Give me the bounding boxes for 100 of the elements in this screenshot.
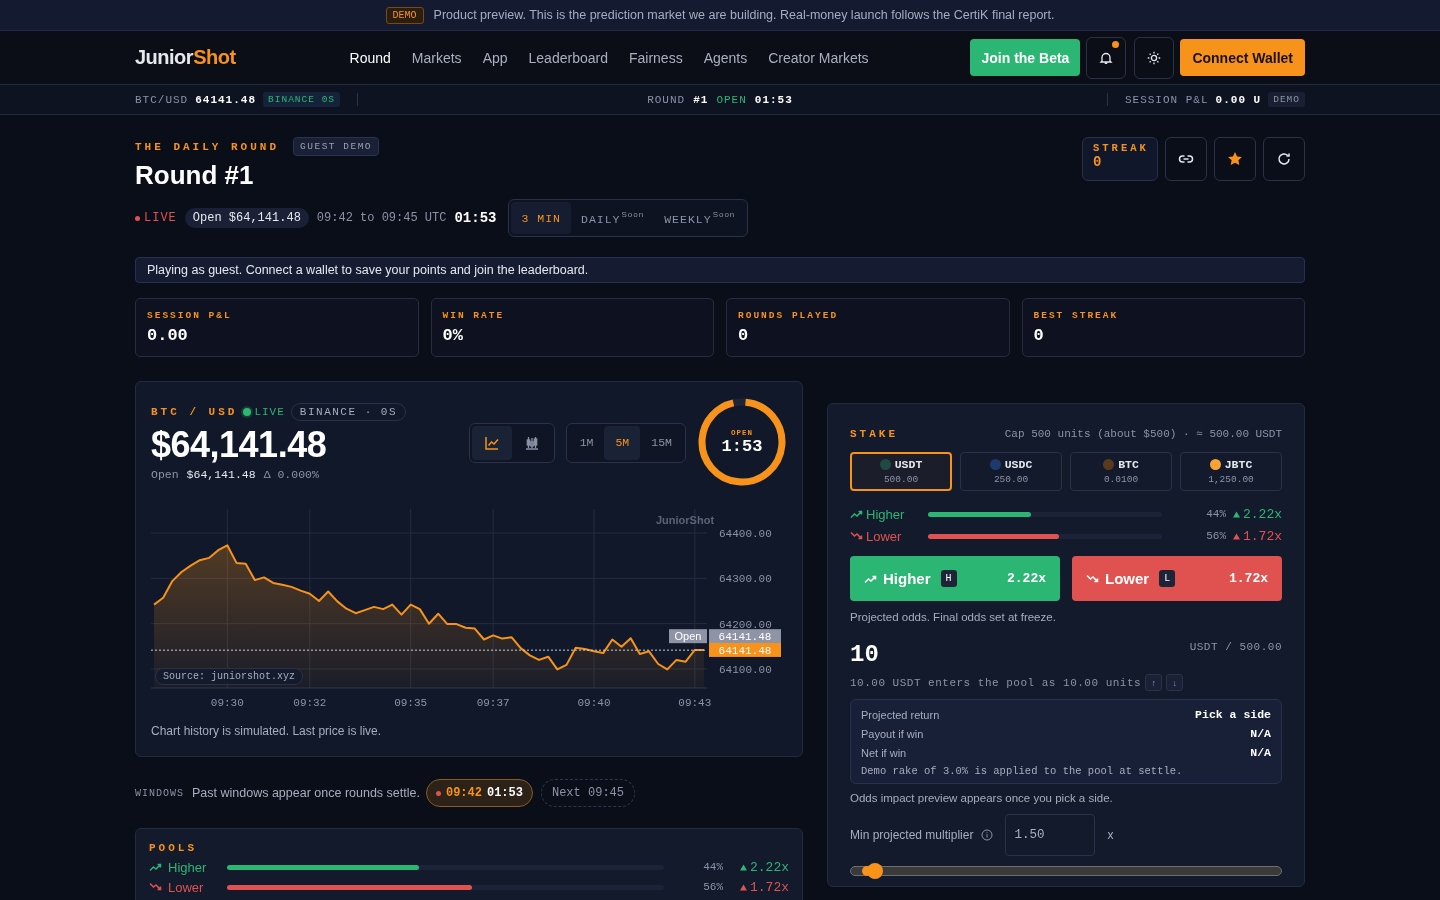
nav-link[interactable]: Agents bbox=[703, 49, 748, 66]
stake-amount: 10 bbox=[850, 641, 879, 668]
pools-title: POOLS bbox=[149, 842, 198, 854]
live-dot bbox=[135, 215, 140, 221]
token-balance: 500.00 bbox=[883, 474, 919, 485]
price-tag: Open bbox=[669, 629, 707, 644]
chart-watermark: JuniorShot bbox=[656, 514, 715, 526]
duration-tab[interactable]: 3 MIN bbox=[511, 202, 571, 234]
impact-note: Odds impact preview appears once you pick a side. bbox=[850, 792, 1114, 804]
higher-button[interactable]: Higher H 2.22x bbox=[850, 556, 1060, 601]
stat-label: BEST STREAK bbox=[1033, 310, 1120, 321]
guest-badge: GUEST DEMO bbox=[293, 137, 380, 156]
round-status: OPEN bbox=[716, 93, 747, 106]
side-label: Lower bbox=[866, 528, 903, 544]
up-triangle-icon bbox=[1233, 510, 1240, 518]
stake-title: STAKE bbox=[850, 428, 898, 440]
pnl-value: 0.00 U bbox=[1215, 93, 1262, 106]
live-label: LIVE bbox=[144, 211, 177, 225]
duration-tab[interactable]: DAILY$^{Soon}$ bbox=[571, 202, 655, 234]
section-eyebrow: THE DAILY ROUND bbox=[135, 140, 280, 153]
multiplier: 2.22x bbox=[750, 859, 789, 875]
current-price: $64,141.48 bbox=[151, 424, 328, 466]
refresh-button[interactable] bbox=[1263, 137, 1305, 181]
interval-tab[interactable]: 1M bbox=[568, 425, 605, 460]
token-balance: 0.0100 bbox=[1103, 474, 1139, 485]
axis-label: 09:43 bbox=[678, 697, 712, 709]
lower-button[interactable]: Lower L 1.72x bbox=[1072, 556, 1282, 601]
streak-value: 0 bbox=[1093, 154, 1103, 170]
projection-value: Pick a side bbox=[1195, 708, 1271, 721]
trend-up-icon bbox=[149, 862, 162, 872]
token-option[interactable]: USDT 500.00 bbox=[850, 452, 952, 491]
nav-link[interactable]: Leaderboard bbox=[528, 49, 608, 66]
interval-tab[interactable]: 15M bbox=[640, 425, 683, 460]
round-number: #1 bbox=[693, 93, 709, 106]
side-label: Higher bbox=[866, 506, 906, 522]
duration-tab[interactable]: WEEKLY$^{Soon}$ bbox=[654, 202, 746, 234]
countdown: 01:53 bbox=[754, 93, 793, 106]
multiplier: 1.72x bbox=[1243, 528, 1282, 544]
rake-note: Demo rake of 3.0% is applied to the pool at settle. bbox=[861, 765, 1184, 777]
nav-link[interactable]: Creator Markets bbox=[768, 49, 869, 66]
token-option[interactable]: JBTC 1,250.00 bbox=[1180, 452, 1282, 491]
token-balance: 1,250.00 bbox=[1208, 474, 1254, 485]
open-label: Open bbox=[151, 468, 179, 481]
info-icon bbox=[981, 829, 994, 841]
stepper-button[interactable]: ↑ bbox=[1145, 674, 1163, 691]
trend-down-icon bbox=[1086, 573, 1099, 584]
mode-badge: DEMO bbox=[1268, 92, 1305, 107]
live-dot bbox=[243, 408, 252, 416]
notifications-button[interactable] bbox=[1086, 36, 1127, 79]
interval-tab[interactable]: 5M bbox=[604, 425, 641, 460]
link-button[interactable] bbox=[1165, 137, 1207, 181]
nav-link[interactable]: App bbox=[482, 49, 508, 66]
nav-link[interactable]: Markets bbox=[411, 49, 462, 66]
nav-link[interactable]: Fairness bbox=[628, 49, 683, 66]
projection-label: Payout if win bbox=[861, 727, 924, 740]
stake-cap: Cap 500 units (about $500) · ≈ 500.00 USDT bbox=[1004, 428, 1282, 440]
projection-value: N/A bbox=[1250, 746, 1271, 759]
stat-label: SESSION P&L bbox=[147, 310, 233, 321]
axis-label: 09:37 bbox=[476, 697, 510, 709]
line-chart-icon bbox=[483, 434, 500, 451]
token-option[interactable]: BTC 0.0100 bbox=[1070, 452, 1172, 491]
pool-share: 44% bbox=[1205, 508, 1226, 520]
multiplier: 1.72x bbox=[750, 879, 789, 895]
chart-footnote: Chart history is simulated. Last price is live. bbox=[151, 724, 383, 738]
multiplier-label: Min projected multiplier bbox=[850, 828, 974, 842]
odds-note: Projected odds. Final odds set at freeze. bbox=[850, 611, 1057, 623]
ref-line-label: Open bbox=[674, 630, 702, 643]
price-tag: 64141.48 bbox=[709, 629, 781, 644]
up-triangle-icon bbox=[740, 863, 747, 871]
guest-notice: Playing as guest. Connect a wallet to save your points and join the leaderboard. bbox=[147, 263, 589, 277]
window-countdown: 01:53 bbox=[486, 786, 523, 800]
ticker-price: 64141.48 bbox=[195, 93, 257, 106]
axis-label: 09:35 bbox=[394, 697, 428, 709]
token-option[interactable]: USDC 250.00 bbox=[960, 452, 1062, 491]
multiplier-slider[interactable] bbox=[850, 866, 1282, 876]
projection-label: Net if win bbox=[861, 746, 907, 759]
star-button[interactable] bbox=[1214, 137, 1256, 181]
logo[interactable]: JuniorShot bbox=[135, 46, 236, 69]
chart-type-button[interactable] bbox=[471, 425, 512, 460]
demo-badge: DEMO bbox=[385, 6, 424, 24]
current-window-chip[interactable]: 09:42 01:53 bbox=[425, 779, 533, 807]
nav-link[interactable]: Round bbox=[349, 49, 391, 66]
source-note: Source: juniorshot.xyz bbox=[155, 668, 304, 685]
side-label: Higher bbox=[168, 859, 208, 875]
pool-share: 56% bbox=[702, 881, 723, 893]
side-label: Lower bbox=[168, 879, 205, 895]
token-symbol: JBTC bbox=[1224, 458, 1253, 471]
stepper-button[interactable]: ↓ bbox=[1166, 674, 1184, 691]
axis-label: 09:40 bbox=[577, 697, 611, 709]
round-label: ROUND bbox=[647, 93, 686, 106]
pool-share: 44% bbox=[702, 861, 723, 873]
trend-up-icon bbox=[850, 509, 863, 519]
streak-label: STREAK bbox=[1093, 142, 1147, 154]
pair-label: BTC / USD bbox=[151, 406, 238, 418]
banner-text: Product preview. This is the prediction market we are building. Real-money launch follows the CertiK final report. bbox=[433, 8, 1055, 22]
trend-down-icon bbox=[850, 531, 863, 541]
pair-label: BTC/USD bbox=[135, 93, 189, 106]
connect-wallet-button[interactable]: Connect Wallet bbox=[1180, 39, 1305, 76]
multiplier-input[interactable]: 1.50 bbox=[1005, 814, 1096, 856]
theme-button[interactable] bbox=[1134, 36, 1175, 79]
